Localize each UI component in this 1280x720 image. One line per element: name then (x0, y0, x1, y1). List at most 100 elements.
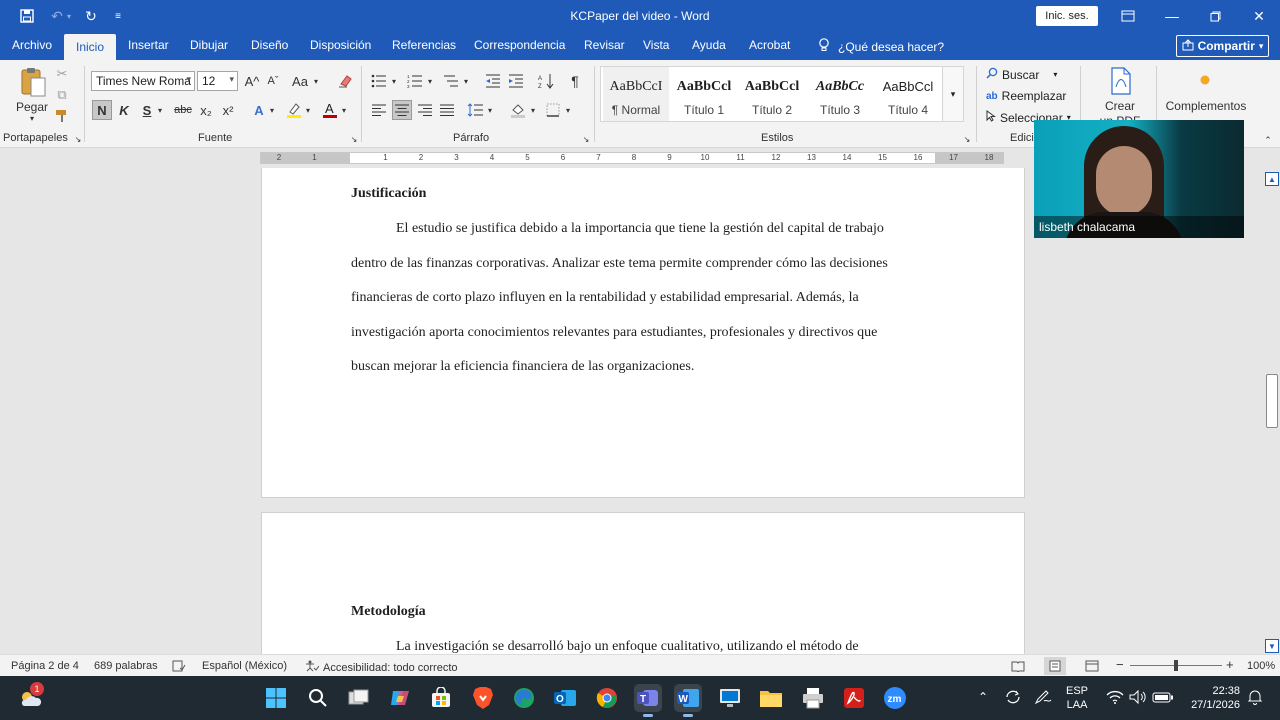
addins-button[interactable]: Complementos (1164, 99, 1248, 113)
show-hidden-icons-icon[interactable]: ⌃ (978, 690, 988, 704)
ribbon-display-icon[interactable] (1111, 4, 1145, 28)
file-explorer-icon[interactable] (757, 684, 785, 712)
tab-correspondencia[interactable]: Correspondencia (474, 38, 565, 60)
chevron-down-icon[interactable]: ▾ (462, 72, 470, 90)
copilot-icon[interactable] (386, 684, 414, 712)
input-language[interactable]: ESP LAA (1066, 684, 1088, 712)
word-count[interactable]: 689 palabras (94, 660, 158, 672)
multilevel-list-icon[interactable] (442, 72, 460, 90)
chevron-down-icon[interactable]: ▾ (340, 100, 348, 120)
proofing-icon[interactable] (172, 660, 186, 672)
zoom-app-icon[interactable]: zm (881, 684, 909, 712)
minimize-button[interactable]: — (1155, 4, 1189, 28)
chevron-down-icon[interactable]: ▾ (268, 100, 276, 120)
tab-referencias[interactable]: Referencias (392, 38, 456, 60)
font-size-combo[interactable]: 12 ▾ (197, 71, 238, 91)
web-layout-icon[interactable] (1085, 660, 1099, 672)
zoom-slider-thumb[interactable] (1174, 660, 1178, 671)
font-name-combo[interactable]: Times New Roma ▾ (91, 71, 195, 91)
numbering-icon[interactable]: 123 (406, 72, 424, 90)
save-icon[interactable] (16, 6, 38, 26)
chevron-down-icon[interactable]: ▾ (390, 72, 398, 90)
share-button[interactable]: Compartir ▾ (1176, 35, 1269, 57)
horizontal-ruler[interactable]: 2 1 1 2 3 4 5 6 7 8 9 10 11 12 13 14 15 16 17 18 (260, 152, 1004, 164)
zoom-level[interactable]: 100% (1247, 660, 1275, 672)
chevron-down-icon[interactable]: ▾ (486, 100, 494, 120)
decrease-indent-icon[interactable] (484, 72, 502, 90)
styles-more-icon[interactable]: ▾ (942, 66, 964, 122)
chevron-down-icon[interactable]: ▾ (311, 72, 321, 90)
chevron-down-icon[interactable]: ▾ (426, 72, 434, 90)
maximize-button[interactable] (1198, 4, 1232, 28)
language-status[interactable]: Español (México) (202, 660, 287, 672)
close-button[interactable]: ✕ (1242, 4, 1276, 28)
style-heading-1[interactable]: AaBbCcl Título 1 (671, 67, 737, 121)
tab-insertar[interactable]: Insertar (128, 38, 169, 60)
show-formatting-button[interactable]: ¶ (566, 72, 584, 90)
acrobat-icon[interactable] (840, 684, 868, 712)
tab-diseno[interactable]: Diseño (251, 38, 288, 60)
replace-button[interactable]: ab Reemplazar (986, 89, 1066, 103)
sort-icon[interactable]: AZ (537, 72, 555, 90)
font-color-icon[interactable]: A (320, 100, 340, 120)
tab-archivo[interactable]: Archivo (12, 38, 52, 60)
chevron-down-icon[interactable]: ▾ (529, 100, 537, 120)
scroll-down-icon[interactable]: ▼ (1265, 639, 1279, 653)
shading-icon[interactable] (508, 100, 528, 120)
copy-icon[interactable]: ⧉ (54, 87, 70, 103)
chevron-down-icon[interactable]: ▾ (304, 100, 312, 120)
style-normal[interactable]: AaBbCcI ¶ Normal (603, 67, 669, 121)
scroll-thumb[interactable] (1266, 374, 1278, 428)
dialog-launcher-icon[interactable]: ↘ (349, 134, 359, 144)
page[interactable]: Justificación El estudio se justifica de… (261, 168, 1025, 498)
task-view-icon[interactable] (345, 684, 373, 712)
bold-button[interactable]: N (92, 100, 112, 120)
line-spacing-icon[interactable] (466, 100, 484, 120)
document-canvas[interactable]: Justificación El estudio se justifica de… (0, 168, 1264, 654)
tab-disposicion[interactable]: Disposición (310, 38, 371, 60)
search-icon[interactable] (304, 684, 332, 712)
style-heading-4[interactable]: AaBbCcl Título 4 (875, 67, 941, 121)
subscript-button[interactable]: x₂ (197, 100, 215, 120)
wifi-icon[interactable] (1106, 689, 1124, 709)
print-layout-icon[interactable] (1044, 657, 1066, 675)
format-painter-icon[interactable] (54, 108, 70, 124)
shrink-font-button[interactable]: Aˇ (264, 72, 282, 90)
style-heading-3[interactable]: AaBbCc Título 3 (807, 67, 873, 121)
redo-icon[interactable]: ↻ (80, 6, 102, 26)
clear-formatting-icon[interactable] (336, 72, 354, 90)
page[interactable]: Metodología La investigación se desarrol… (261, 512, 1025, 654)
align-center-icon[interactable] (392, 100, 412, 120)
tab-ayuda[interactable]: Ayuda (692, 38, 726, 60)
strikethrough-button[interactable]: abc (172, 100, 194, 120)
dialog-launcher-icon[interactable]: ↘ (581, 134, 591, 144)
align-right-icon[interactable] (416, 100, 434, 120)
volume-icon[interactable] (1128, 689, 1148, 709)
word-icon[interactable]: W (674, 684, 702, 717)
text-effects-icon[interactable]: A (250, 100, 268, 120)
clock[interactable]: 22:38 27/1/2026 (1186, 684, 1240, 712)
dialog-launcher-icon[interactable]: ↘ (73, 134, 83, 144)
vertical-scrollbar[interactable]: ▲ ▼ (1264, 168, 1280, 654)
windows-start-icon[interactable] (262, 684, 290, 712)
cut-icon[interactable]: ✂ (54, 66, 70, 82)
outlook-icon[interactable]: O (551, 684, 579, 712)
tab-revisar[interactable]: Revisar (584, 38, 625, 60)
remote-desktop-icon[interactable] (716, 684, 744, 712)
find-button[interactable]: Buscar ▾ (986, 67, 1057, 82)
paste-button[interactable]: Pegar (14, 100, 50, 114)
change-case-button[interactable]: Aa (291, 72, 309, 90)
italic-button[interactable]: K (115, 100, 133, 120)
superscript-button[interactable]: x² (219, 100, 237, 120)
tab-inicio[interactable]: Inicio (64, 34, 117, 60)
paste-icon[interactable] (18, 66, 48, 98)
dialog-launcher-icon[interactable]: ↘ (962, 134, 972, 144)
pen-icon[interactable] (1034, 689, 1052, 709)
underline-button[interactable]: S (138, 100, 156, 120)
highlight-icon[interactable] (284, 100, 304, 120)
store-icon[interactable] (427, 684, 455, 712)
justify-icon[interactable] (438, 100, 456, 120)
customize-toolbar-icon[interactable]: ≡ (110, 6, 126, 26)
edge-browser-icon[interactable] (510, 684, 538, 712)
chevron-down-icon[interactable]: ▾ (564, 100, 572, 120)
